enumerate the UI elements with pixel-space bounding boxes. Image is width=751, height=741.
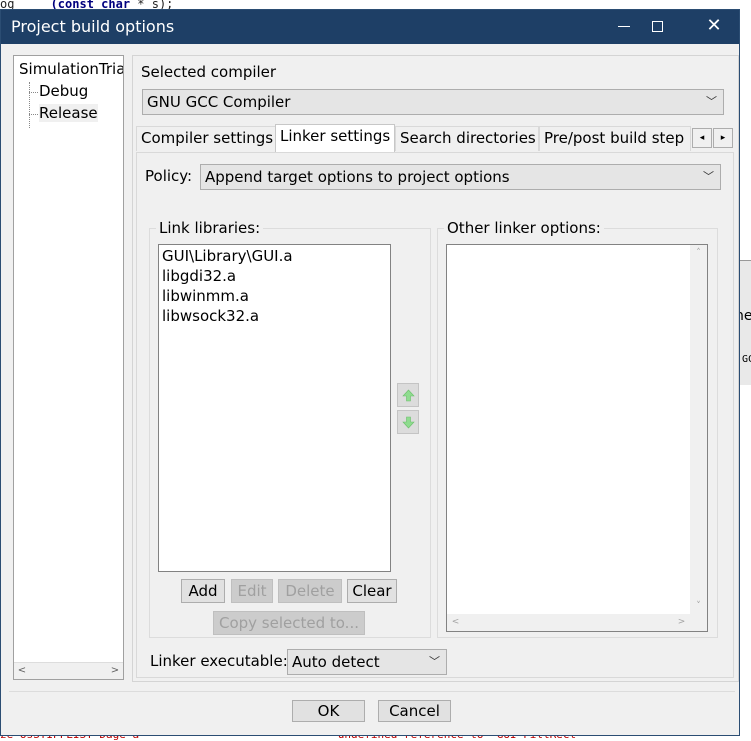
other-linker-options-title: Other linker options: (444, 219, 604, 237)
tree-connector (29, 114, 38, 115)
tree-connector (29, 82, 30, 128)
scroll-up-icon[interactable]: ˄ (690, 245, 707, 262)
tab-pre-post-build-step[interactable]: Pre/post build step (539, 126, 691, 151)
linker-executable-label: Linker executable: (150, 652, 288, 670)
list-item[interactable]: libgdi32.a (162, 267, 236, 285)
linker-settings-page: Policy: Append target options to project… (136, 152, 734, 678)
close-button[interactable]: ✕ (691, 10, 737, 44)
footer-separator (9, 691, 735, 692)
tree-horizontal-scrollbar[interactable]: < > (14, 662, 123, 679)
list-item[interactable]: GUI\Library\GUI.a (162, 247, 293, 265)
copy-selected-to-button[interactable]: Copy selected to... (213, 611, 365, 635)
tree-item-debug[interactable]: Debug (39, 82, 88, 100)
policy-value: Append target options to project options (205, 168, 510, 186)
chevron-down-icon: ﹀ (429, 655, 440, 668)
other-linker-options-group: Other linker options: ˄ ˅ < > (437, 219, 718, 638)
scrollbar-corner (690, 614, 707, 631)
add-button[interactable]: Add (181, 579, 225, 603)
clear-button[interactable]: Clear (347, 579, 397, 603)
compiler-select[interactable]: GNU GCC Compiler ﹀ (142, 89, 724, 115)
scroll-left-icon[interactable]: < (14, 663, 30, 679)
compiler-value: GNU GCC Compiler (147, 93, 291, 111)
scroll-left-icon[interactable]: < (447, 614, 464, 631)
cancel-button[interactable]: Cancel (378, 700, 451, 722)
link-libraries-title: Link libraries: (156, 219, 264, 237)
tab-search-directories[interactable]: Search directories (395, 126, 539, 151)
chevron-down-icon: ﹀ (703, 170, 714, 183)
link-libraries-list[interactable]: GUI\Library\GUI.a libgdi32.a libwinmm.a … (158, 244, 391, 572)
tab-strip: Compiler settings Linker settings Search… (136, 124, 736, 152)
tab-scroll-right-button[interactable]: ▸ (713, 128, 733, 148)
other-linker-options-input[interactable]: ˄ ˅ < > (446, 244, 708, 632)
ok-button[interactable]: OK (292, 700, 365, 722)
move-down-button[interactable] (397, 410, 419, 434)
delete-button[interactable]: Delete (278, 579, 342, 603)
policy-label: Policy: (145, 167, 193, 185)
window-title: Project build options (11, 17, 175, 36)
link-libraries-group: Link libraries: GUI\Library\GUI.a libgdi… (149, 219, 431, 638)
tree-item-release[interactable]: Release (39, 104, 98, 122)
linker-executable-select[interactable]: Auto detect ﹀ (287, 649, 447, 675)
vertical-scrollbar[interactable]: ˄ ˅ (690, 245, 707, 615)
title-bar[interactable]: Project build options ✕ (1, 10, 739, 44)
tab-linker-settings[interactable]: Linker settings (275, 124, 395, 152)
minimize-icon (618, 25, 630, 27)
edit-button[interactable]: Edit (231, 579, 273, 603)
scroll-right-icon[interactable]: > (107, 663, 123, 679)
project-build-options-dialog: Project build options ✕ SimulationTrial … (0, 9, 740, 736)
move-up-button[interactable] (397, 383, 419, 407)
scroll-right-icon[interactable]: > (673, 614, 690, 631)
arrow-down-icon (402, 416, 415, 429)
tree-item-project[interactable]: SimulationTrial (19, 60, 123, 78)
tree-connector (29, 92, 38, 93)
chevron-down-icon: ﹀ (706, 95, 717, 108)
list-item[interactable]: libwinmm.a (162, 287, 249, 305)
selected-compiler-label: Selected compiler (141, 63, 277, 81)
tab-compiler-settings[interactable]: Compiler settings (136, 126, 276, 151)
list-item[interactable]: libwsock32.a (162, 307, 259, 325)
maximize-button[interactable] (634, 10, 680, 44)
background-side-text-small: GC (742, 354, 751, 365)
target-tree[interactable]: SimulationTrial Debug Release < > (13, 55, 124, 680)
arrow-up-icon (402, 389, 415, 402)
linker-executable-value: Auto detect (292, 653, 380, 671)
settings-panel: Selected compiler GNU GCC Compiler ﹀ Com… (132, 55, 739, 682)
close-icon: ✕ (706, 15, 722, 36)
scroll-down-icon[interactable]: ˅ (690, 598, 707, 615)
horizontal-scrollbar[interactable]: < > (447, 614, 690, 631)
tab-scroll-left-button[interactable]: ◂ (692, 128, 712, 148)
maximize-icon (651, 20, 663, 32)
policy-select[interactable]: Append target options to project options… (200, 164, 721, 190)
